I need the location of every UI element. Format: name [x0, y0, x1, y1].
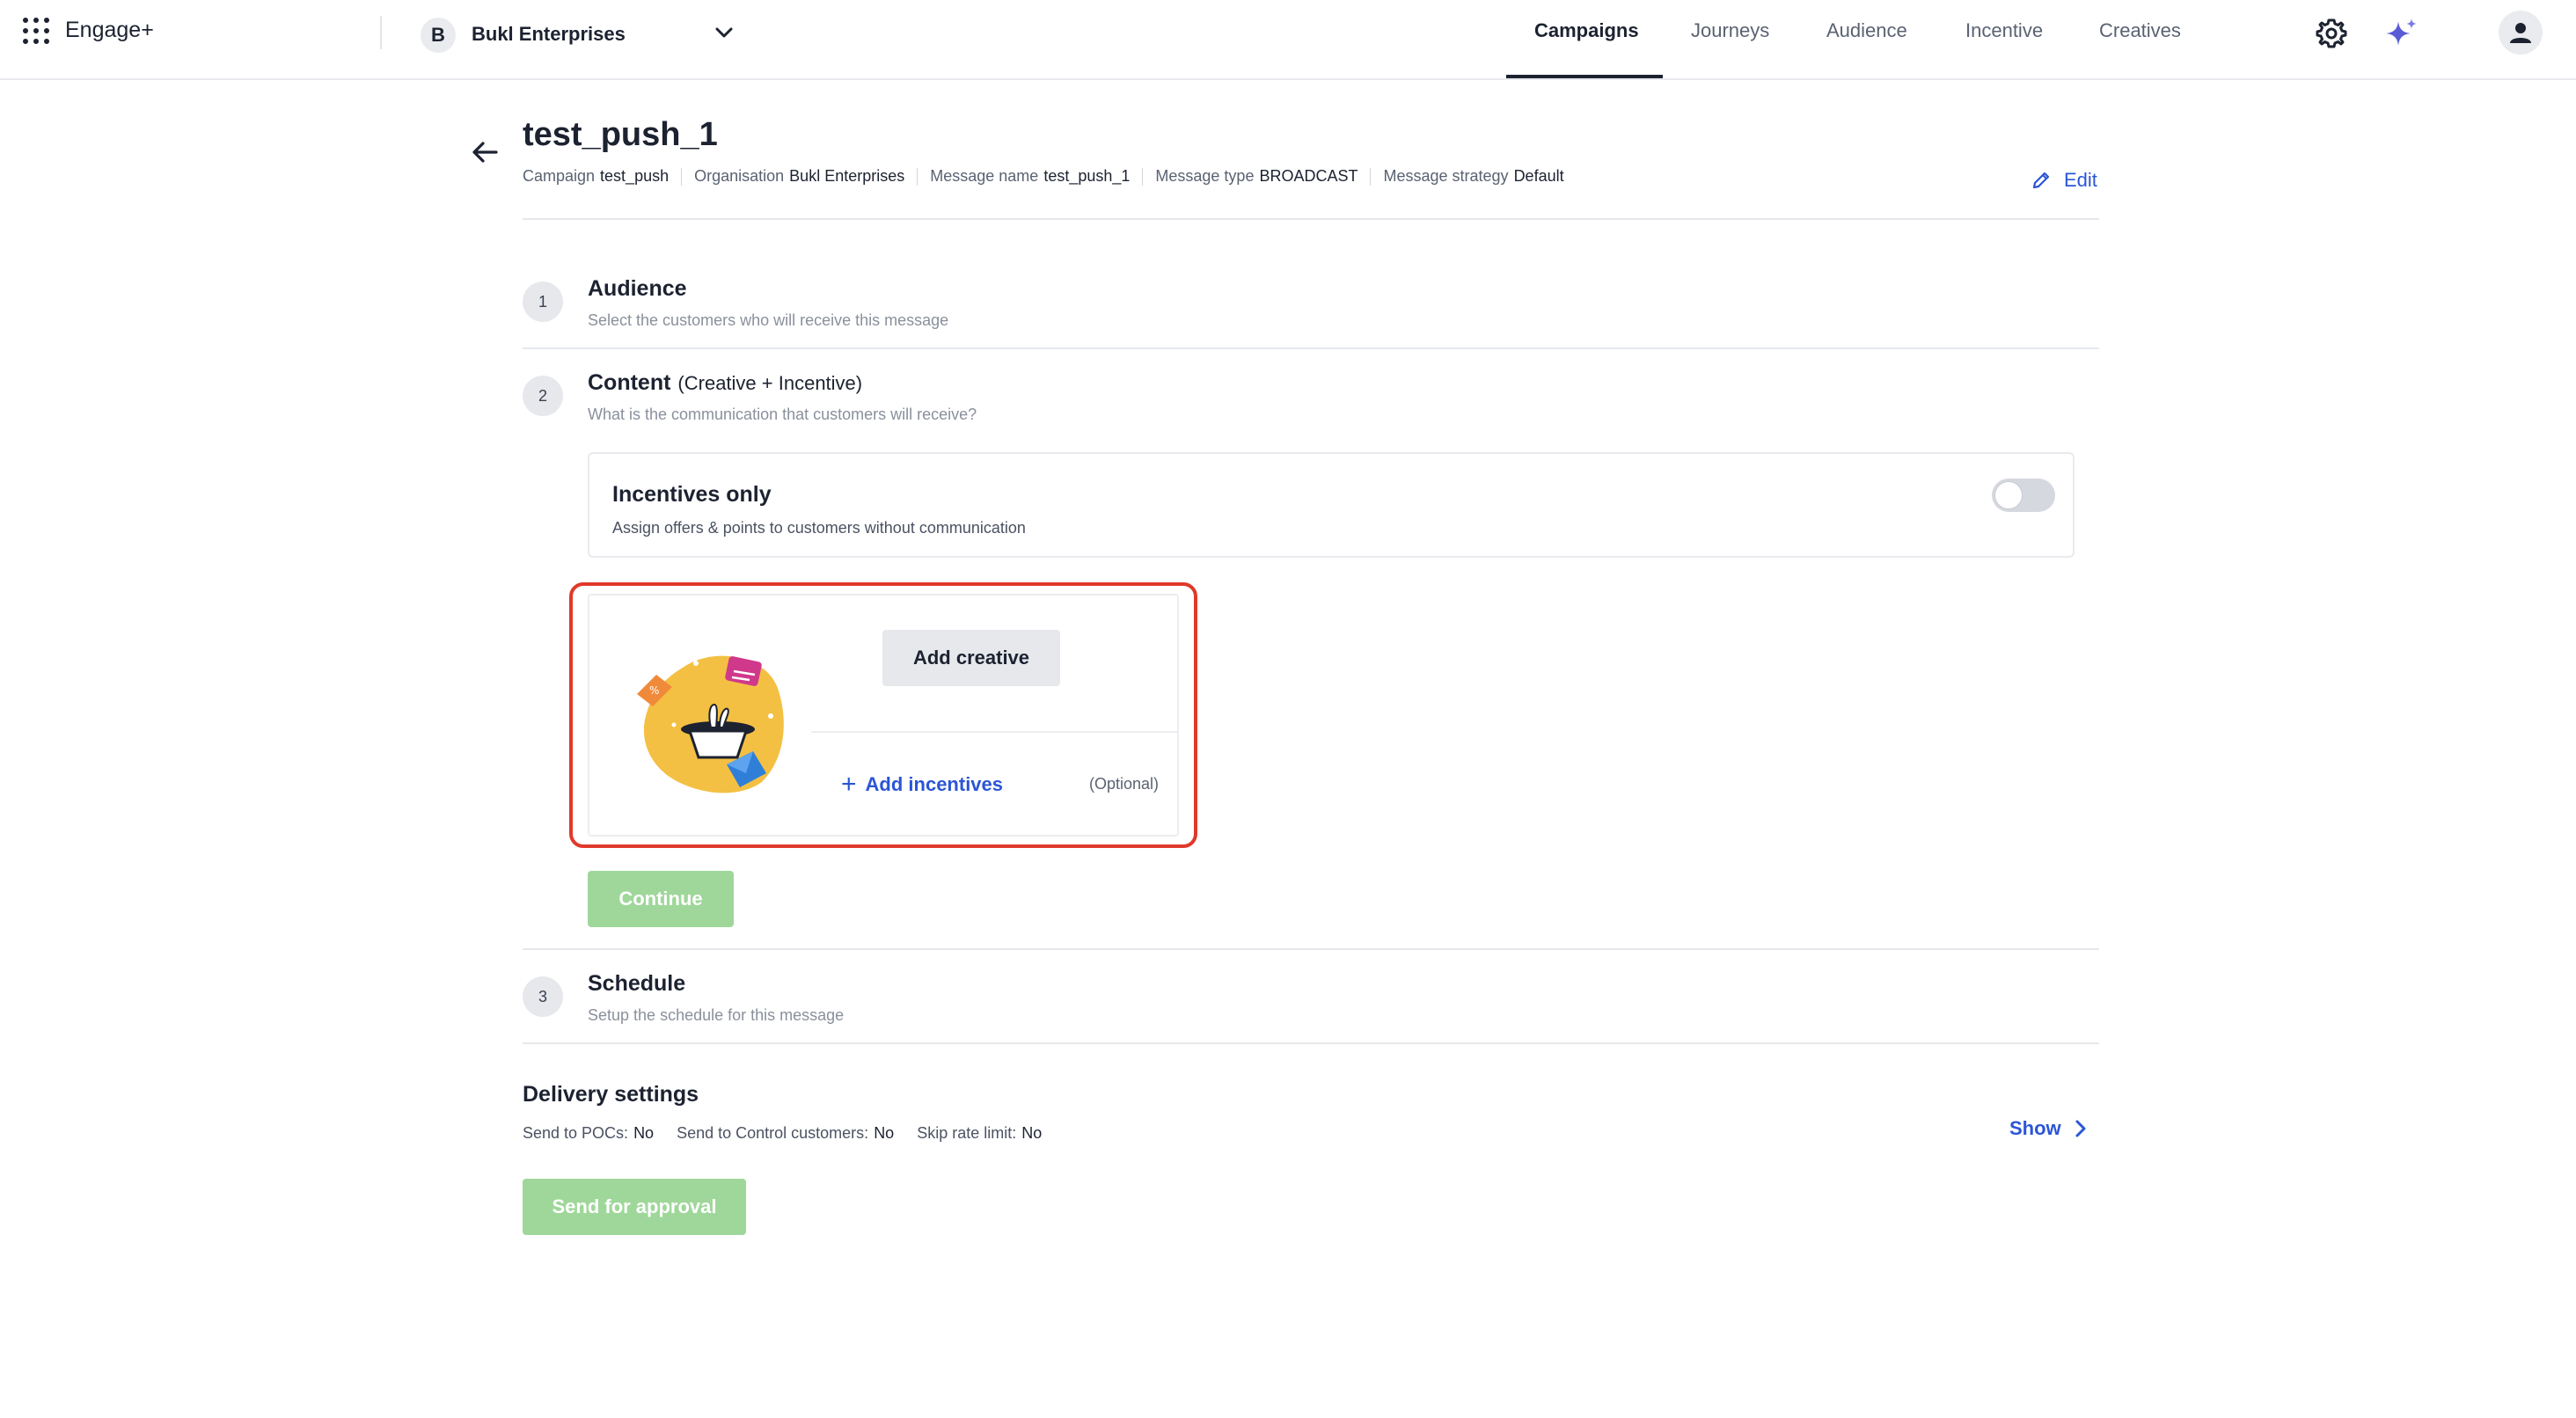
delivery-label: Send to Control customers: [677, 1124, 869, 1142]
nav-creatives[interactable]: Creatives [2099, 19, 2181, 42]
meta-separator [917, 167, 918, 186]
chevron-down-icon[interactable] [713, 25, 735, 40]
toggle-knob [1994, 481, 2023, 509]
meta-label: Organisation [694, 167, 785, 185]
meta-label: Message type [1155, 167, 1255, 185]
top-bar: Engage+ B Bukl Enterprises Campaigns Jou… [0, 0, 2576, 80]
step-number-schedule: 3 [523, 976, 563, 1017]
user-avatar[interactable] [2499, 11, 2543, 55]
step-subtitle-content: (Creative + Incentive) [677, 372, 863, 394]
delivery-label: Send to POCs: [523, 1124, 629, 1142]
org-avatar[interactable]: B [421, 18, 456, 53]
continue-button[interactable]: Continue [588, 871, 734, 927]
show-label: Show [2009, 1117, 2061, 1139]
incentives-only-toggle[interactable] [1992, 479, 2055, 512]
back-arrow-icon[interactable] [470, 137, 500, 167]
meta-value: Default [1513, 167, 1564, 185]
nav-incentive[interactable]: Incentive [1965, 19, 2043, 42]
meta-separator [1142, 167, 1144, 186]
meta-value: Bukl Enterprises [789, 167, 905, 185]
step-desc-content: What is the communication that customers… [588, 406, 977, 423]
optional-label: (Optional) [1089, 775, 1160, 793]
meta-label: Message strategy [1383, 167, 1509, 185]
step-title-content-label: Content [588, 370, 671, 395]
apps-grid-icon[interactable] [23, 18, 49, 44]
nav-campaigns[interactable]: Campaigns [1534, 19, 1639, 42]
step-number-audience: 1 [523, 281, 563, 322]
nav-journeys[interactable]: Journeys [1691, 19, 1769, 42]
send-for-approval-button[interactable]: Send for approval [523, 1179, 746, 1235]
divider [523, 218, 2099, 220]
divider [523, 1042, 2099, 1044]
divider [523, 347, 2099, 349]
show-delivery-settings-button[interactable]: Show [2009, 1117, 2088, 1140]
divider [811, 731, 1179, 733]
svg-text:%: % [649, 684, 659, 697]
add-creative-button[interactable]: Add creative [882, 630, 1060, 686]
message-meta: Campaign test_push Organisation Bukl Enter… [523, 167, 1564, 186]
creative-card: % Add creative + Add incentives (Optiona… [588, 594, 1179, 837]
add-incentives-label: Add incentives [865, 773, 1004, 795]
meta-label: Message name [930, 167, 1039, 185]
incentives-only-title: Incentives only [612, 482, 772, 507]
meta-value: test_push_1 [1043, 167, 1131, 185]
delivery-label: Skip rate limit: [917, 1124, 1017, 1142]
step-title-content: Content (Creative + Incentive) [588, 370, 862, 396]
step-desc-audience: Select the customers who will receive th… [588, 311, 949, 329]
active-nav-indicator [1506, 75, 1663, 78]
delivery-settings-summary: Send to POCs: No Send to Control customer… [523, 1124, 1065, 1143]
plus-icon: + [841, 770, 857, 799]
meta-separator [681, 167, 683, 186]
step-title-schedule[interactable]: Schedule [588, 971, 685, 997]
step-desc-schedule: Setup the schedule for this message [588, 1006, 845, 1024]
meta-value: BROADCAST [1259, 167, 1358, 185]
step-title-audience[interactable]: Audience [588, 276, 687, 302]
delivery-value: No [633, 1124, 655, 1142]
gear-icon[interactable] [2316, 18, 2347, 49]
delivery-settings-title: Delivery settings [523, 1082, 699, 1107]
org-selector[interactable]: Bukl Enterprises [472, 23, 626, 46]
divider [380, 16, 382, 49]
magic-hat-illustration: % [637, 655, 784, 793]
edit-label: Edit [2064, 169, 2097, 191]
divider [523, 948, 2099, 950]
user-icon [2510, 23, 2531, 43]
delivery-value: No [1021, 1124, 1043, 1142]
meta-separator [1370, 167, 1372, 186]
brand-name: Engage+ [65, 18, 154, 42]
incentives-only-card: Incentives only Assign offers & points t… [588, 452, 2075, 558]
page-title: test_push_1 [523, 116, 718, 153]
delivery-value: No [874, 1124, 895, 1142]
meta-value: test_push [600, 167, 670, 185]
nav-audience[interactable]: Audience [1826, 19, 1907, 42]
step-number-content: 2 [523, 376, 563, 416]
meta-label: Campaign [523, 167, 596, 185]
pencil-icon [2032, 172, 2050, 189]
sparkle-ai-icon[interactable] [2384, 16, 2419, 51]
incentives-only-desc: Assign offers & points to customers with… [612, 519, 1026, 537]
chevron-right-icon [2075, 1120, 2086, 1137]
edit-button[interactable]: Edit [2031, 169, 2097, 192]
add-incentives-button[interactable]: + Add incentives [841, 771, 1003, 798]
